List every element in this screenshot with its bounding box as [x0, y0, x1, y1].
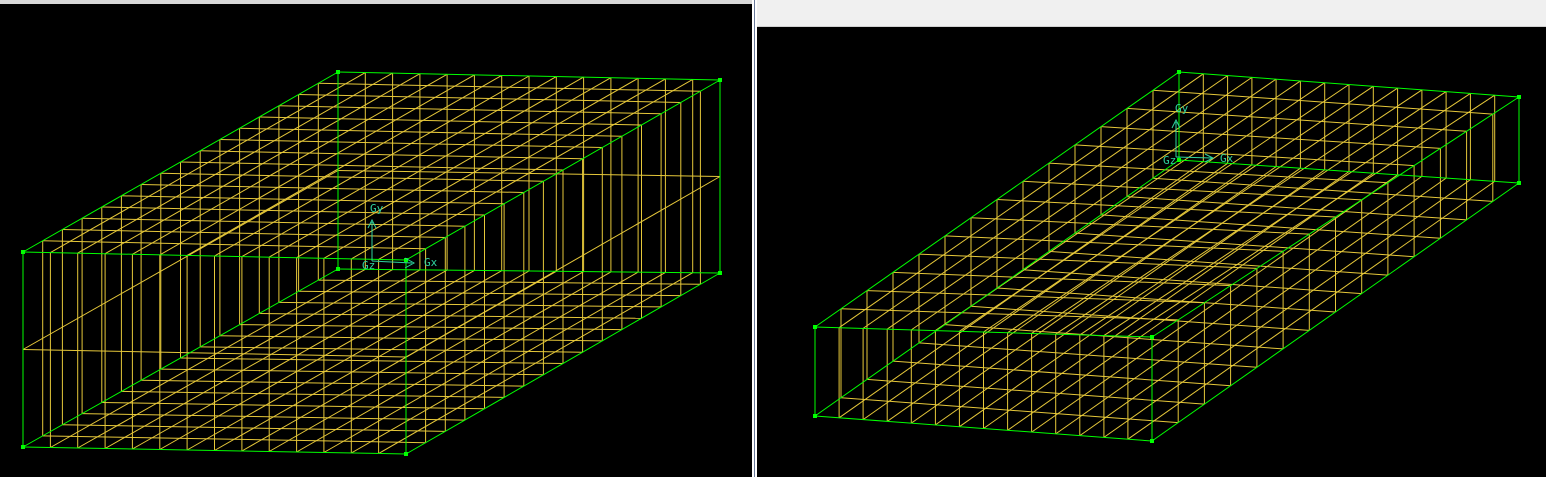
left-top-face-grid-v	[200, 150, 583, 160]
right-top-face-grid-v	[1022, 180, 1362, 201]
right-top-face-grid-v	[866, 290, 1205, 304]
left-bottom-face-grid-v	[318, 279, 701, 285]
left-top-face-grid-v	[82, 217, 465, 227]
left-bottom-face-grid-v	[42, 435, 426, 444]
right-vertex	[1150, 439, 1154, 443]
left-top-face-grid-v	[318, 82, 701, 92]
right-vertex	[813, 325, 817, 329]
left-top-face-grid-v	[62, 229, 446, 238]
right-graphics-viewport[interactable]: Gy Gz Gx	[757, 27, 1546, 477]
right-vertex	[1517, 95, 1521, 99]
left-top-face-grid-v	[278, 105, 662, 115]
left-bottom-face-grid-v	[160, 368, 544, 376]
right-window-title-bar	[757, 0, 1546, 27]
right-top-face-grid-v	[892, 271, 1231, 287]
left-vertex	[336, 267, 340, 271]
left-vertex	[718, 271, 722, 275]
left-top-face-grid-v	[180, 161, 564, 171]
right-vertex	[1177, 70, 1181, 74]
left-mesh-canvas[interactable]: Gy Gz Gx	[0, 4, 752, 477]
right-top-face-grid-v	[840, 308, 1179, 321]
right-mesh-lines	[838, 73, 1496, 440]
right-vertex	[1517, 181, 1521, 185]
right-vertex	[1177, 158, 1181, 162]
left-bottom-face-grid-v	[180, 357, 564, 364]
left-bottom-face-grid-v	[141, 379, 524, 387]
left-bottom-face-grid-v	[82, 413, 465, 421]
left-bottom-face-grid-v	[121, 390, 505, 398]
left-top-face-grid-v	[101, 206, 485, 216]
window-divider-line	[754, 0, 755, 477]
right-top-face-grid-v	[1100, 126, 1441, 149]
right-x-axis-line	[1175, 156, 1213, 159]
left-graphics-viewport[interactable]: Gy Gz Gx	[0, 4, 752, 477]
left-vertex	[718, 78, 722, 82]
left-top-face-grid-v	[160, 172, 544, 182]
left-axis-label-y: Gy	[370, 202, 384, 215]
left-axis-label-x: Gx	[424, 256, 438, 269]
left-top-face-grid-v	[259, 116, 642, 126]
right-vertex	[813, 414, 817, 418]
left-top-face-grid-v	[141, 184, 524, 193]
left-bottom-face-grid-v	[298, 290, 681, 297]
left-top-face-grid-v	[239, 127, 622, 137]
right-top-face-grid-v	[996, 199, 1336, 218]
left-top-face-grid-v	[42, 240, 426, 250]
right-vertex	[1150, 335, 1154, 339]
left-bottom-face-grid-v	[259, 313, 642, 319]
left-bottom-face-grid-v	[200, 346, 583, 353]
left-vertex	[21, 250, 25, 254]
right-axis-label-z: Gz	[1163, 154, 1176, 167]
left-axis-label-z: Gz	[362, 259, 375, 272]
left-vertex	[21, 445, 25, 449]
left-bottom-face-grid-v	[278, 301, 662, 308]
left-vertex	[404, 452, 408, 456]
right-mesh-canvas[interactable]: Gy Gz Gx	[757, 27, 1546, 477]
right-axis-label-x: Gx	[1220, 152, 1234, 165]
right-top-face-grid-v	[1074, 144, 1415, 167]
left-vertex	[336, 70, 340, 74]
right-axis-label-y: Gy	[1175, 102, 1189, 115]
left-bottom-face-grid-v	[219, 335, 603, 342]
left-top-face-grid-v	[219, 139, 603, 148]
left-bottom-face-grid-v	[101, 402, 485, 410]
left-bottom-face-grid-v	[62, 424, 446, 432]
left-top-face-grid-v	[298, 94, 681, 103]
